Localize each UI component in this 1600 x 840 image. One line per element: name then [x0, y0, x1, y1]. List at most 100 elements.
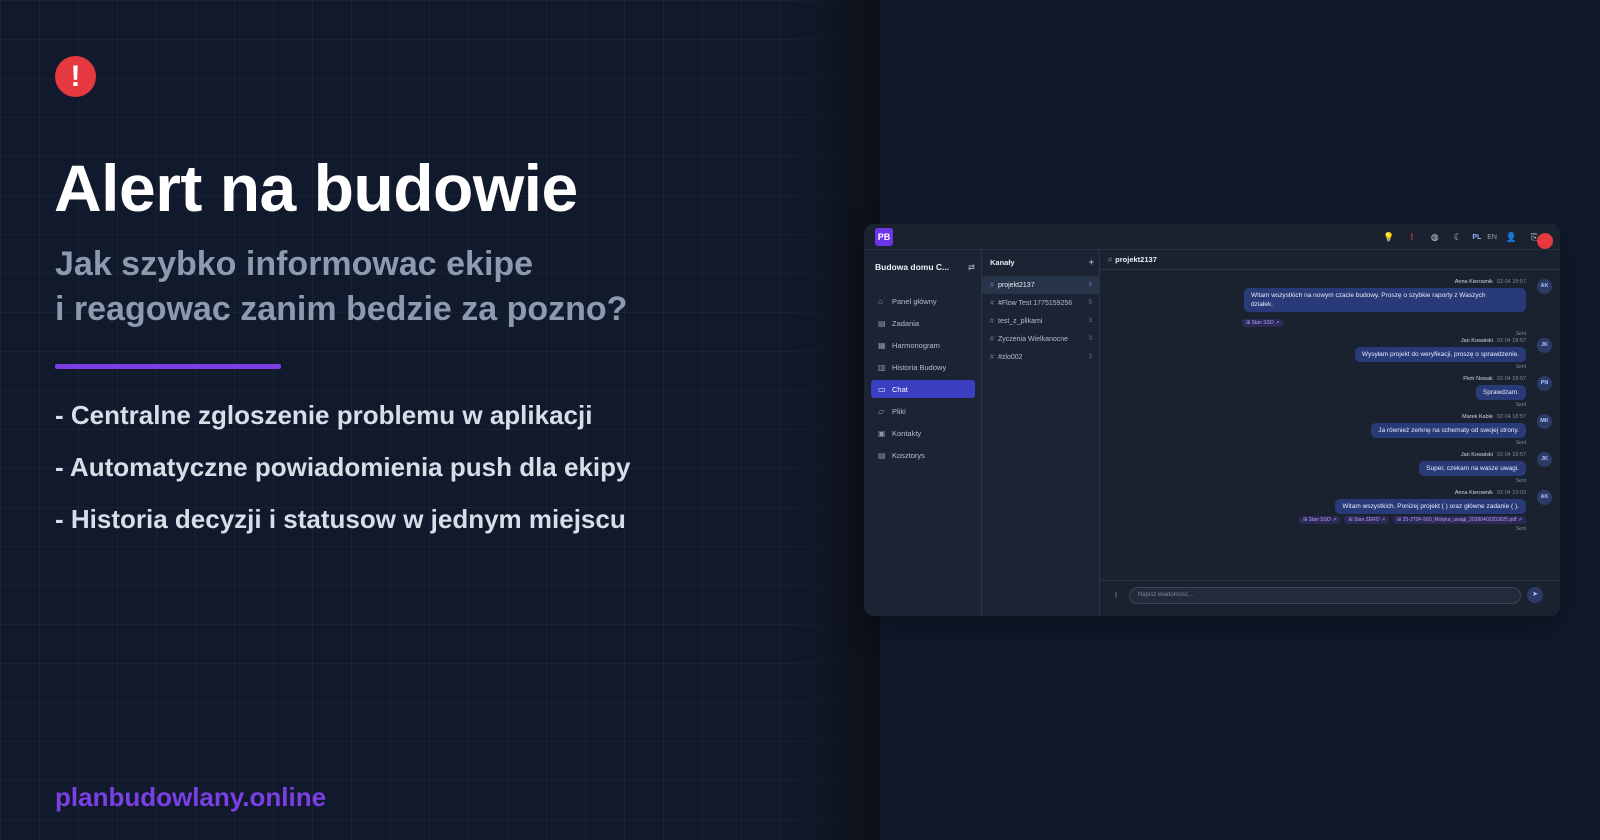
message-author: Anna Kierownik — [1454, 490, 1493, 496]
channel-name: test_z_plikami — [998, 317, 1043, 325]
avatar: MK — [1537, 414, 1552, 429]
message-attachments: ⊞ Stan SSO ↗ ⊞ Stan ZERO ↗ ⊞ 25-3T0F-560… — [1295, 516, 1526, 524]
message-time: 02.04 18:57 — [1496, 414, 1526, 420]
swap-icon[interactable]: ⇄ — [968, 262, 975, 273]
channel-item[interactable]: # Zyczenia Wielkanocne 3 — [982, 330, 1100, 348]
message-meta: Marek Kable 02.04 18:57 — [1462, 414, 1526, 420]
sidebar-item-chat[interactable]: ▭ Chat — [871, 380, 975, 398]
message-bubble: Ja również zerknę na schematy od swojej … — [1371, 423, 1526, 438]
channel-list: # projekt2137 8 # #Flow Test 1775159256 5 # t… — [982, 276, 1100, 366]
attachment-tag[interactable]: ⊞ Stan ZERO ↗ — [1344, 516, 1390, 524]
message-composer: ⌇ Napisz wiadomość... ➤ — [1100, 580, 1560, 616]
channel-count: 3 — [1088, 318, 1092, 324]
message-meta: Anna Kierownik 02.04 23:03 — [1455, 490, 1526, 496]
page-title: Alert na budowie — [54, 151, 578, 225]
chat-channel-name: projekt2137 — [1115, 255, 1157, 264]
message-bubble: Witam wszystkich. Poniżej projekt ( ) or… — [1335, 499, 1526, 514]
message-meta: Jan Kowalski 02.04 18:57 — [1461, 338, 1526, 344]
sidebar-item-schedule[interactable]: ▦ Harmonogram — [871, 336, 975, 354]
lang-pl-button[interactable]: PL — [1472, 234, 1481, 241]
clipboard-icon: ▤ — [878, 318, 886, 328]
message-status: Sent — [1515, 364, 1526, 370]
sidebar-item-panel[interactable]: ⌂ Panel główny — [871, 292, 975, 310]
sidebar-item-contacts[interactable]: ▣ Kontakty — [871, 424, 975, 442]
channel-item[interactable]: # #Flow Test 1775159256 5 — [982, 294, 1100, 312]
message-author: Marek Kable — [1462, 414, 1493, 420]
channel-name: #zlo002 — [998, 353, 1023, 361]
subtitle: Jak szybko informowac ekipe i reagowac z… — [55, 242, 627, 332]
message-time: 02.04 23:03 — [1496, 490, 1526, 496]
channel-item[interactable]: # projekt2137 8 — [982, 276, 1100, 294]
app-logo[interactable]: PB — [875, 228, 893, 246]
chat-icon: ▭ — [878, 384, 886, 394]
message-status: Sent — [1515, 478, 1526, 484]
website-link[interactable]: planbudowlany.online — [55, 782, 326, 813]
sidebar: Budowa domu C... ⇄ ⌂ Panel główny ▤ Zadani… — [864, 250, 982, 616]
channel-count: 8 — [1088, 282, 1092, 288]
notification-dot — [1537, 233, 1553, 249]
hash-icon: # — [1108, 255, 1113, 264]
lang-en-button[interactable]: EN — [1487, 234, 1497, 241]
message-bubble: Wysyłam projekt do weryfikacji, proszę o… — [1354, 347, 1526, 362]
chat-panel: # projekt2137 Anna Kierownik 02.04 18:57 A… — [1100, 250, 1560, 616]
user-icon[interactable]: 👤 — [1500, 232, 1523, 243]
message-bubble: Sprawdzam. — [1475, 385, 1526, 400]
alert-button-icon[interactable]: ! — [1400, 232, 1423, 242]
calendar-icon: ▦ — [878, 340, 886, 350]
message-input[interactable]: Napisz wiadomość... — [1129, 587, 1521, 604]
message-time: 02.04 18:57 — [1496, 279, 1526, 285]
avatar: AK — [1537, 279, 1552, 294]
sidebar-item-label: Chat — [892, 384, 908, 394]
channel-count: 3 — [1088, 336, 1092, 342]
sidebar-item-history[interactable]: ▥ Historia Budowy — [871, 358, 975, 376]
sidebar-item-estimate[interactable]: ▤ Kosztorys — [871, 446, 975, 464]
message-text: działek. — [1251, 301, 1274, 308]
attachment-tag[interactable]: ⊞ Stan SSO ↗ — [1299, 516, 1341, 524]
attach-icon[interactable]: ⌇ — [1114, 591, 1118, 600]
channel-item[interactable]: # test_z_plikami 3 — [982, 312, 1100, 330]
channel-count: 3 — [1088, 354, 1092, 360]
attachment-tag[interactable]: ⊞ Stan SSO ↗ — [1242, 319, 1284, 327]
message-text: Witam wszystkich. Poniżej projekt ( ) or… — [1342, 503, 1519, 510]
message-meta: Anna Kierownik 02.04 18:57 — [1455, 279, 1526, 285]
channel-name: #Flow Test 1775159256 — [998, 299, 1073, 307]
contact-icon: ▣ — [878, 428, 886, 438]
project-name: Budowa domu C... — [875, 262, 950, 272]
project-switcher[interactable]: Budowa domu C... ⇄ — [875, 262, 975, 272]
channel-item[interactable]: # #zlo002 3 — [982, 348, 1100, 366]
message-status: Sent — [1515, 440, 1526, 446]
moon-icon[interactable]: ☾ — [1446, 232, 1469, 243]
add-channel-icon[interactable]: + — [1089, 257, 1094, 267]
message-meta: Jan Kowalski 02.04 18:57 — [1461, 452, 1526, 458]
avatar: JK — [1537, 452, 1552, 467]
lightbulb-icon[interactable]: 💡 — [1377, 232, 1400, 243]
globe-icon[interactable]: ◍ — [1423, 232, 1446, 243]
message-author: Jan Kowalski — [1460, 452, 1493, 458]
sidebar-item-label: Panel główny — [892, 296, 937, 306]
hash-icon: # — [990, 335, 994, 343]
message-time: 02.04 18:57 — [1496, 452, 1526, 458]
sidebar-item-tasks[interactable]: ▤ Zadania — [871, 314, 975, 332]
hash-icon: # — [990, 299, 994, 307]
avatar: PN — [1537, 376, 1552, 391]
feature-list: - Centralne zgloszenie problemu w aplika… — [55, 398, 630, 554]
subtitle-line-1: Jak szybko informowac ekipe — [55, 245, 534, 283]
channel-list-panel: Kanały + # projekt2137 8 # #Flow Test 17751… — [982, 250, 1100, 616]
message-status: Sent — [1515, 331, 1526, 337]
alert-icon: ! — [55, 56, 96, 97]
sidebar-item-files[interactable]: ▱ Pliki — [871, 402, 975, 420]
message-bubble: Super, czekam na wasze uwagi. — [1419, 461, 1526, 476]
chat-header: # projekt2137 — [1100, 250, 1560, 270]
sidebar-item-label: Pliki — [892, 406, 906, 416]
attachment-tag[interactable]: ⊞ 25-3T0F-560_Motyka_uwagi_2026040220362… — [1393, 516, 1526, 524]
sidebar-item-label: Kontakty — [892, 428, 922, 438]
message-text: Wysyłam projekt do weryfikacji, proszę o… — [1361, 351, 1519, 358]
message-meta: Piotr Nowak 02.04 18:57 — [1463, 376, 1526, 382]
send-icon[interactable]: ➤ — [1527, 587, 1543, 603]
app-window: PB 💡 ! ◍ ☾ PL EN 👤 ⎘ Budowa domu C... ⇄ … — [864, 224, 1560, 616]
message-text: Sprawdzam. — [1482, 389, 1519, 396]
subtitle-line-2: i reagowac zanim bedzie za pozno? — [55, 290, 628, 328]
message-text: Witam wszystkich na nowym czacie budowy.… — [1251, 292, 1486, 299]
hash-icon: # — [990, 353, 994, 361]
hash-icon: # — [990, 281, 994, 289]
